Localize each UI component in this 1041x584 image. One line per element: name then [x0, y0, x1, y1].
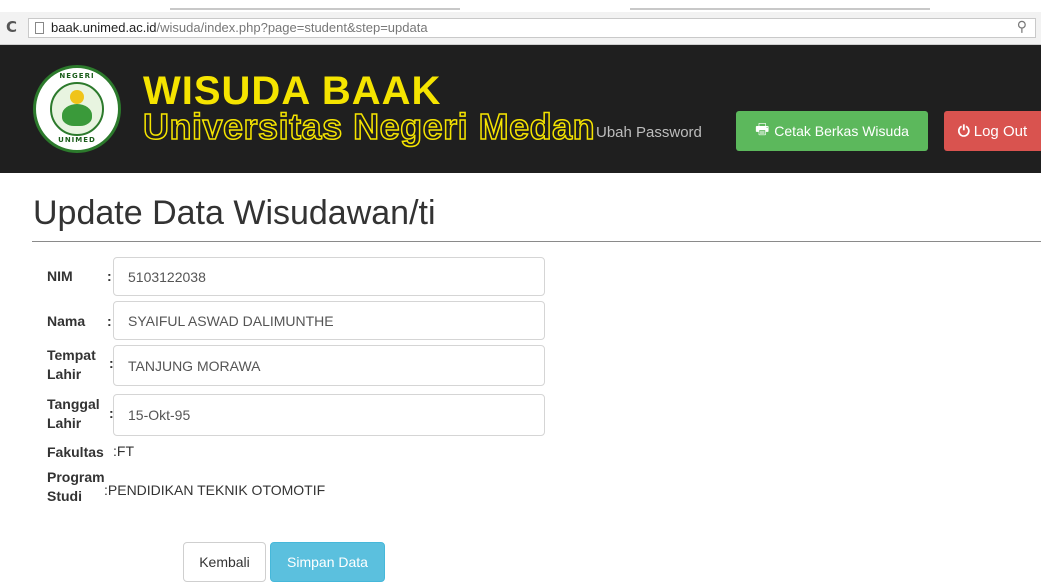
tab-edge-left	[170, 8, 460, 10]
page-title: Update Data Wisudawan/ti	[33, 194, 436, 232]
brand-subtitle: Universitas Negeri Medan	[142, 106, 596, 147]
brand-title: WISUDA BAAK	[143, 69, 442, 113]
url-path: /wisuda/index.php?page=student&step=upda…	[156, 20, 428, 35]
program-studi-label-line1: Program	[47, 469, 105, 485]
unimed-logo: NEGERI UNIMED	[33, 65, 121, 153]
url-text: baak.unimed.ac.id/wisuda/index.php?page=…	[51, 20, 428, 35]
tempat-lahir-label-line1: Tempat	[47, 347, 96, 363]
logo-text-bottom: UNIMED	[58, 136, 96, 144]
url-domain: baak.unimed.ac.id	[51, 20, 157, 35]
tanggal-lahir-field[interactable]	[113, 394, 545, 436]
nama-colon: :	[107, 313, 112, 329]
print-button-label: Cetak Berkas Wisuda	[774, 123, 909, 139]
change-password-link[interactable]: Ubah Password	[596, 124, 702, 141]
sun-icon	[70, 90, 84, 104]
fakultas-label: Fakultas	[47, 444, 104, 460]
tab-strip	[0, 0, 1041, 12]
nim-colon: :	[107, 268, 112, 284]
nim-field[interactable]	[113, 257, 545, 296]
reload-icon[interactable]: C	[6, 18, 17, 36]
logout-button-label: Log Out	[973, 122, 1028, 140]
print-icon: 🖶	[755, 119, 770, 138]
address-bar: C baak.unimed.ac.id/wisuda/index.php?pag…	[0, 12, 1041, 45]
tanggal-lahir-label-line2: Lahir	[47, 415, 82, 431]
print-documents-button[interactable]: 🖶 Cetak Berkas Wisuda	[736, 111, 928, 151]
program-studi-value: :PENDIDIKAN TEKNIK OTOMOTIF	[104, 482, 326, 498]
back-button[interactable]: Kembali	[183, 542, 266, 582]
tab-edge-right	[630, 8, 930, 10]
leaf-icon	[62, 104, 92, 126]
nim-label: NIM	[47, 268, 73, 284]
logo-text-top: NEGERI	[59, 72, 95, 80]
program-studi-label-line2: Studi	[47, 488, 82, 504]
tanggal-lahir-label-line1: Tanggal	[47, 396, 100, 412]
site-header: NEGERI UNIMED WISUDA BAAK Universitas Ne…	[0, 45, 1041, 173]
logout-button[interactable]: ⏻ Log Out	[944, 111, 1041, 151]
power-icon: ⏻	[957, 122, 970, 140]
nama-field[interactable]	[113, 301, 545, 340]
tempat-lahir-label-line2: Lahir	[47, 366, 82, 382]
zoom-icon[interactable]: ⚲	[1017, 19, 1027, 35]
logo-emblem	[50, 82, 104, 136]
page-icon	[35, 22, 44, 34]
tempat-lahir-field[interactable]	[113, 345, 545, 386]
save-data-button[interactable]: Simpan Data	[270, 542, 385, 582]
program-studi-label: Program Studi	[47, 468, 105, 506]
nama-label: Nama	[47, 313, 86, 329]
tanggal-lahir-label: Tanggal Lahir	[47, 395, 100, 433]
tempat-lahir-label: Tempat Lahir	[47, 346, 96, 384]
title-divider	[32, 241, 1041, 242]
url-input[interactable]: baak.unimed.ac.id/wisuda/index.php?page=…	[28, 18, 1036, 38]
fakultas-value: :FT	[113, 443, 134, 459]
